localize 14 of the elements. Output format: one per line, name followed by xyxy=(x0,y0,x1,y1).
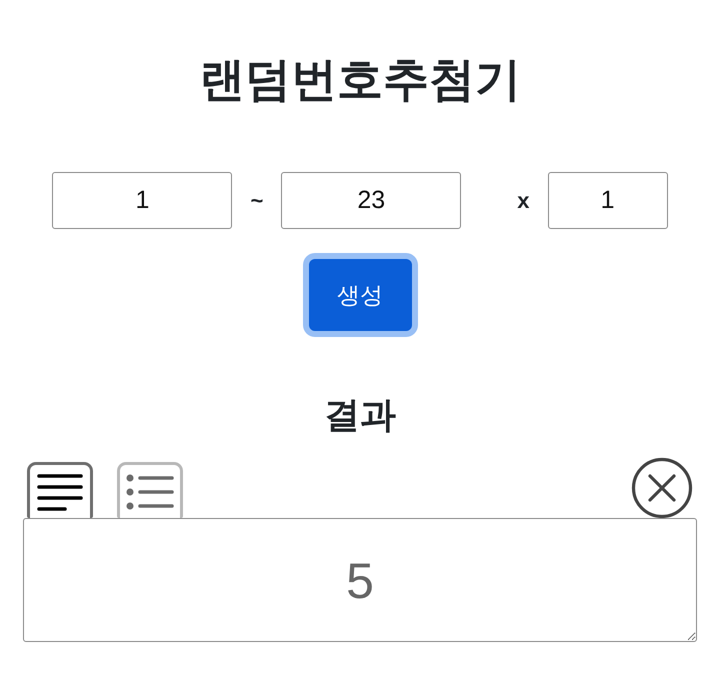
page-title: 랜덤번호추첨기 xyxy=(199,52,521,107)
generate-button[interactable]: 생성 xyxy=(308,259,412,331)
times-label: x xyxy=(517,188,530,214)
result-field[interactable]: 5 xyxy=(23,518,697,642)
view-mode-tab[interactable] xyxy=(27,462,93,518)
clear-button[interactable] xyxy=(631,457,693,519)
close-icon xyxy=(631,457,693,519)
range-start-field[interactable]: 1 xyxy=(52,172,232,229)
list-icon xyxy=(126,474,174,510)
range-end-field[interactable]: 23 xyxy=(281,172,462,229)
range-separator: ~ xyxy=(250,188,264,214)
result-heading: 결과 xyxy=(324,393,396,436)
count-field[interactable]: 1 xyxy=(548,172,668,229)
align-left-icon xyxy=(37,472,83,510)
